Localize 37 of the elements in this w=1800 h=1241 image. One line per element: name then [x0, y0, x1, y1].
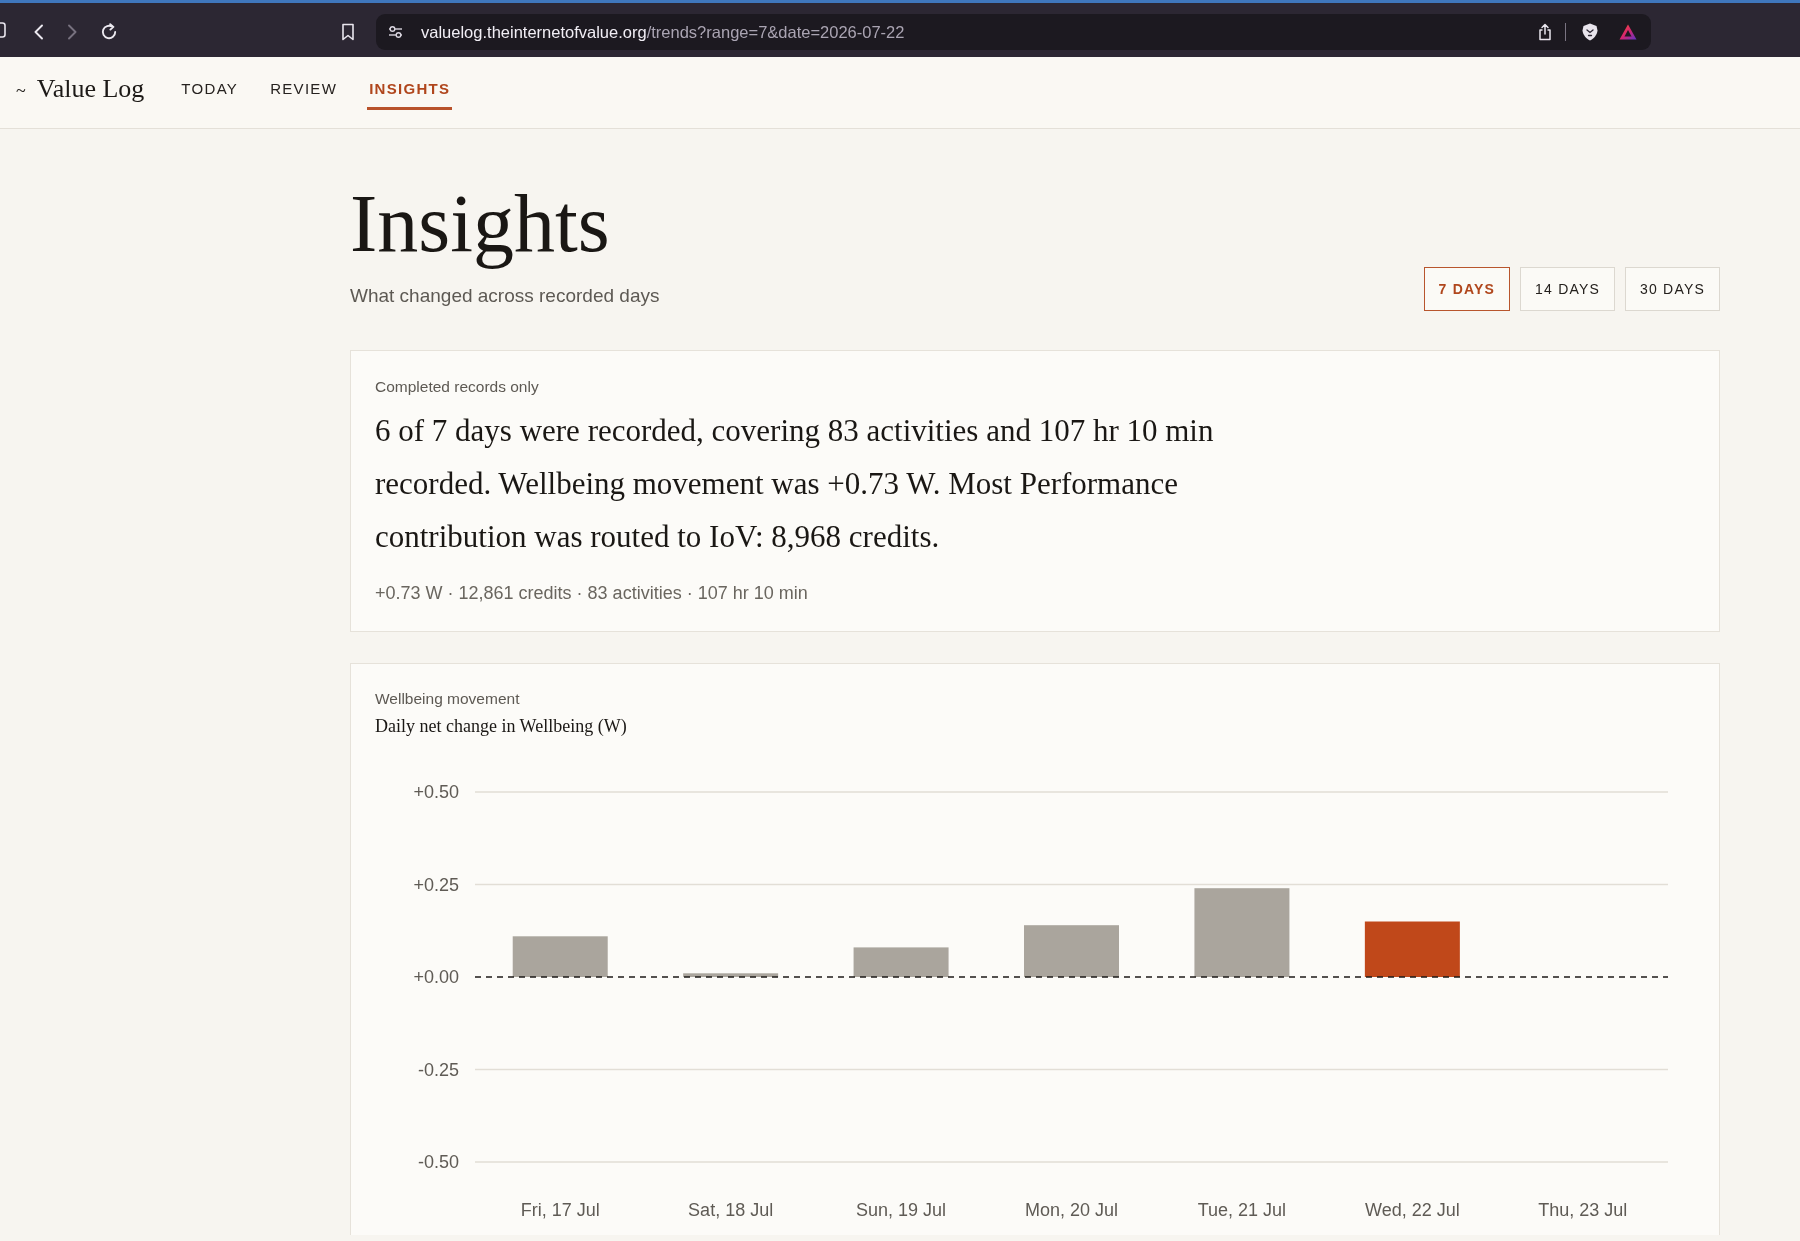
range-button[interactable]: 7 DAYS	[1423, 267, 1511, 311]
y-axis-label: -0.50	[417, 1152, 459, 1172]
x-axis-label: Wed, 22 Jul	[1365, 1200, 1460, 1220]
share-icon[interactable]	[1538, 23, 1552, 41]
page-subtitle: What changed across recorded days	[350, 284, 660, 308]
triangle-icon[interactable]	[1619, 24, 1637, 40]
summary-stats: +0.73 W · 12,861 credits · 83 activities · 107 hr 10 min	[375, 582, 809, 605]
x-axis-label: Fri, 17 Jul	[520, 1200, 600, 1220]
nav-tab[interactable]: INSIGHTS	[367, 69, 453, 110]
bookmark-icon[interactable]	[341, 23, 355, 41]
page-title: Insights	[350, 180, 611, 268]
y-axis-label: +0.25	[413, 874, 459, 895]
address-field[interactable]: valuelog.theinternetofvalue.org/trends?range=7&date=2026-07-22	[376, 14, 1651, 50]
x-axis-label: Sat, 18 Jul	[688, 1200, 774, 1220]
card-label: Completed records only	[375, 377, 540, 397]
x-axis-label: Tue, 21 Jul	[1197, 1200, 1287, 1220]
summary-text: 6 of 7 days were recorded, covering 83 activities and 107 hr 10 min recorded. Wellbeing movement was +0.73 W. Most Performance contribution was routed to IoV: 8,968 credits.	[375, 412, 1215, 556]
logo-text: Value Log	[36, 74, 145, 104]
x-axis-label: Thu, 23 Jul	[1538, 1200, 1628, 1220]
y-axis-label: +0.50	[413, 782, 459, 802]
sliders-icon[interactable]	[388, 25, 403, 39]
back-icon[interactable]	[34, 24, 43, 40]
x-axis-label: Mon, 20 Jul	[1024, 1200, 1119, 1220]
reload-icon[interactable]	[100, 23, 118, 41]
sidebar-icon[interactable]	[0, 22, 7, 38]
y-axis-label: -0.25	[417, 1059, 459, 1080]
range-button[interactable]: 30 DAYS	[1625, 267, 1720, 311]
range-button[interactable]: 14 DAYS	[1520, 267, 1616, 311]
logo-mark: ~	[16, 81, 26, 102]
x-axis-label: Sun, 19 Jul	[856, 1200, 947, 1220]
nav-tab[interactable]: REVIEW	[268, 69, 340, 110]
url-text: valuelog.theinternetofvalue.org/trends?range=7&date=2026-07-22	[421, 22, 905, 42]
card-label: Wellbeing movement	[375, 689, 521, 709]
shield-icon[interactable]	[1582, 23, 1598, 41]
chart-title: Daily net change in Wellbeing (W)	[375, 715, 628, 738]
y-axis-label: +0.00	[413, 967, 459, 987]
nav-tab[interactable]: TODAY	[179, 69, 241, 110]
